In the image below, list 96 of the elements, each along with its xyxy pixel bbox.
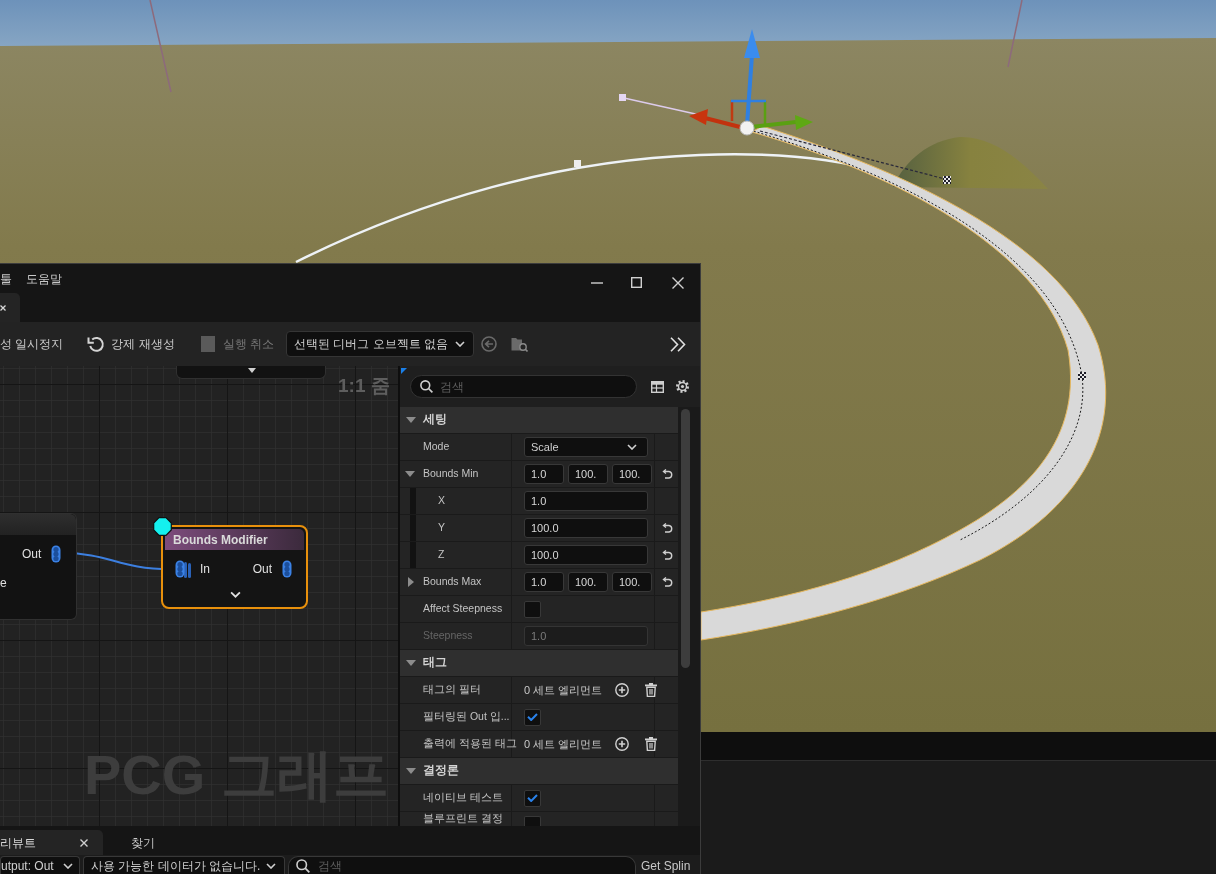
close-icon[interactable] <box>0 304 6 311</box>
chevron-down-icon <box>455 341 466 347</box>
table-icon[interactable] <box>651 380 664 393</box>
menu-item[interactable]: 툴 <box>0 270 12 288</box>
property-label: 블루프린트 결정 <box>423 812 503 825</box>
chevron-down-icon[interactable] <box>230 591 241 598</box>
property-label: Bounds Min <box>423 466 479 482</box>
pin-label: Out <box>252 563 272 575</box>
trash-icon[interactable] <box>645 737 658 751</box>
number-field[interactable]: 1.0 <box>524 572 564 592</box>
category-header[interactable]: 결정론 <box>400 758 678 785</box>
property-label: Bounds Max <box>423 574 482 590</box>
reset-arrow-icon[interactable] <box>660 577 673 587</box>
search-placeholder: 검색 <box>440 378 464 396</box>
property-label: Mode <box>423 439 450 455</box>
pin-dropdown[interactable]: utput: Out <box>0 856 80 874</box>
property-label: 태그의 필터 <box>423 682 481 698</box>
document-tab[interactable] <box>0 293 20 322</box>
close-icon[interactable] <box>672 276 684 289</box>
maximize-icon[interactable] <box>631 277 642 288</box>
plane-handle[interactable] <box>730 99 767 124</box>
node-name-label: Get Splin <box>641 858 691 874</box>
number-field[interactable]: 1.0 <box>524 464 564 484</box>
chevron-down-icon <box>63 862 73 869</box>
property-label: Affect Steepness <box>423 601 503 617</box>
graph-node[interactable]: Out e <box>0 513 77 620</box>
reset-arrow-icon[interactable] <box>660 523 673 533</box>
element-count: 0 세트 엘리먼트 <box>524 682 603 698</box>
expand-triangle-icon[interactable] <box>405 471 415 477</box>
panel-tab[interactable]: 리뷰트 <box>0 830 103 855</box>
pivot-sphere[interactable] <box>739 120 755 136</box>
number-field[interactable]: 100.0 <box>524 518 648 538</box>
number-field: 1.0 <box>524 626 648 646</box>
pin-label: In <box>200 563 210 575</box>
checkbox[interactable] <box>524 600 541 618</box>
refresh-icon <box>87 335 106 353</box>
pin-label: e <box>0 577 7 589</box>
data-pin-icon[interactable] <box>51 545 61 563</box>
category-header[interactable]: 태그 <box>400 650 678 677</box>
settings-icon[interactable] <box>675 379 690 394</box>
property-label: 네이티브 테스트 <box>423 790 503 806</box>
checkbox[interactable] <box>524 816 541 826</box>
pole-line <box>1007 0 1023 68</box>
number-field[interactable]: 1.0 <box>524 491 648 511</box>
chevron-down-icon <box>266 862 276 869</box>
graph-node[interactable] <box>176 366 326 379</box>
number-field[interactable]: 100. <box>568 572 608 592</box>
debug-object-dropdown[interactable]: 선택된 디버그 오브젝트 없음 <box>286 331 475 357</box>
search-placeholder: 검색 <box>318 857 342 874</box>
property-label: Z <box>438 547 445 563</box>
category-header[interactable]: 세팅 <box>400 407 678 434</box>
number-field[interactable]: 100.0 <box>524 545 648 565</box>
checkmark-icon <box>527 713 538 721</box>
property-label: X <box>438 493 445 509</box>
reset-arrow-icon[interactable] <box>660 550 673 560</box>
caret-icon <box>248 368 256 373</box>
folder-search-icon[interactable] <box>511 336 529 352</box>
number-field[interactable]: 100. <box>612 464 652 484</box>
spline-point[interactable] <box>943 176 951 184</box>
property-label: 필터링된 Out 입... <box>423 709 510 725</box>
zoom-label: 1:1 줌 <box>338 376 390 395</box>
search-icon <box>420 380 433 393</box>
add-icon[interactable] <box>615 683 630 697</box>
close-icon[interactable] <box>80 838 88 847</box>
stop-icon <box>200 336 215 352</box>
node-title: Bounds Modifier <box>165 529 304 550</box>
corner-triangle-icon <box>401 368 407 374</box>
spline-point[interactable] <box>1078 372 1086 380</box>
pin-label: Out <box>22 548 42 560</box>
add-icon[interactable] <box>615 737 630 751</box>
search-icon <box>296 858 310 873</box>
toolbar-button[interactable]: 성 일시정지 <box>0 335 64 353</box>
data-pin-icon[interactable] <box>175 560 192 578</box>
checkbox[interactable] <box>524 789 541 807</box>
mode-dropdown[interactable]: Scale <box>524 437 648 457</box>
chevron-down-icon <box>627 444 637 450</box>
reset-arrow-icon[interactable] <box>660 469 673 479</box>
toolbar-button[interactable]: 강제 재생성 <box>87 335 175 353</box>
property-label: Steepness <box>423 628 473 644</box>
data-pin-icon[interactable] <box>282 560 292 578</box>
trash-icon[interactable] <box>645 683 658 697</box>
panel-tab[interactable]: 찾기 <box>131 830 155 855</box>
collapse-triangle-icon[interactable] <box>408 577 414 587</box>
minimize-icon[interactable] <box>591 281 603 284</box>
number-field[interactable]: 100. <box>612 572 652 592</box>
number-field[interactable]: 100. <box>568 464 608 484</box>
scrollbar-thumb[interactable] <box>681 409 690 668</box>
property-label: Y <box>438 520 445 536</box>
menu-item[interactable]: 도움말 <box>26 270 62 288</box>
element-count: 0 세트 엘리먼트 <box>524 736 603 752</box>
data-dropdown[interactable]: 사용 가능한 데이터가 없습니다. <box>83 856 285 874</box>
checkmark-icon <box>527 794 538 802</box>
property-label: 출력에 적용된 태그 <box>423 736 517 752</box>
double-chevron-icon[interactable] <box>670 336 686 352</box>
graph-node[interactable]: Bounds Modifier In Out <box>161 525 308 609</box>
checkbox[interactable] <box>524 708 541 726</box>
